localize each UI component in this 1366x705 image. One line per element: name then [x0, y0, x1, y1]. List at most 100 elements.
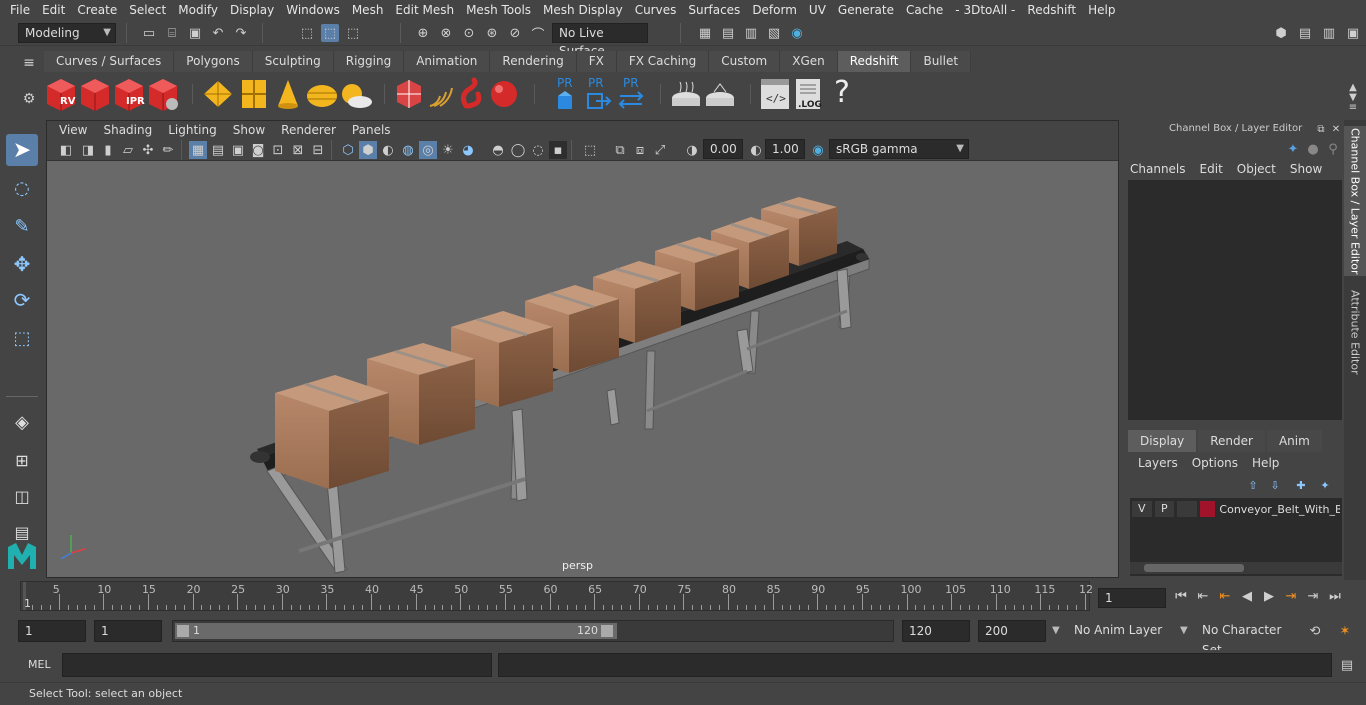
select-tool-button[interactable]: ➤: [6, 134, 38, 166]
single-view-button[interactable]: ◈: [6, 406, 38, 438]
channel-menu-edit[interactable]: Edit: [1200, 162, 1223, 176]
camera-select-icon[interactable]: ◧: [57, 141, 75, 159]
menu-generate[interactable]: Generate: [832, 3, 900, 17]
select-components-icon[interactable]: ⬚: [344, 24, 362, 42]
time-ruler[interactable]: 5 10 15 20 25 30 35 40 45 50 55 60 65 70 75 80 85 90 95 100…: [20, 581, 1093, 611]
select-hierarchy-icon[interactable]: ⬚: [298, 24, 316, 42]
anti-aliasing-icon[interactable]: ◯: [509, 141, 527, 159]
safe-action-icon[interactable]: ⊠: [289, 141, 307, 159]
xray-icon[interactable]: ⬚: [581, 141, 599, 159]
pin-icon[interactable]: ⚲: [1324, 140, 1342, 158]
layer-color-swatch[interactable]: [1199, 501, 1216, 517]
shelf-tab-xgen[interactable]: XGen: [780, 51, 838, 72]
viewport-menu-lighting[interactable]: Lighting: [160, 123, 225, 137]
layer-name[interactable]: Conveyor_Belt_With_B: [1219, 503, 1340, 516]
chevron-down-icon[interactable]: ▼: [1180, 625, 1188, 636]
safe-title-icon[interactable]: ⊟: [309, 141, 327, 159]
hypershade-icon[interactable]: ◉: [788, 24, 806, 42]
shelf-tab-curves-surfaces[interactable]: Curves / Surfaces: [44, 51, 175, 72]
menu-modify[interactable]: Modify: [172, 3, 224, 17]
render-settings-icon[interactable]: ▧: [765, 24, 783, 42]
sidebar-icon[interactable]: ▣: [1344, 24, 1362, 42]
motion-blur-icon[interactable]: ◓: [489, 141, 507, 159]
move-layer-up-icon[interactable]: ⇧: [1244, 476, 1262, 494]
tab-channel-box[interactable]: Channel Box / Layer Editor: [1344, 126, 1366, 276]
menu-curves[interactable]: Curves: [629, 3, 683, 17]
conveyor-belt-model[interactable]: [47, 161, 1118, 577]
auto-key-icon[interactable]: ⟲: [1306, 622, 1324, 640]
animation-prefs-icon[interactable]: ✶: [1336, 622, 1354, 640]
shelf-tab-redshift[interactable]: Redshift: [837, 51, 912, 72]
resolution-gate-icon[interactable]: ▣: [229, 141, 247, 159]
gear-icon[interactable]: ⚙: [20, 90, 38, 108]
menu-cache[interactable]: Cache: [900, 3, 949, 17]
go-to-end-icon[interactable]: ⏭: [1326, 587, 1344, 605]
play-backward-icon[interactable]: ◀: [1238, 587, 1256, 605]
viewport-menu-show[interactable]: Show: [225, 123, 273, 137]
step-forward-icon[interactable]: ⇥: [1304, 587, 1322, 605]
shelf-tab-rigging[interactable]: Rigging: [333, 51, 405, 72]
chevron-down-icon[interactable]: ▼: [1052, 625, 1060, 636]
move-tool-button[interactable]: ✥: [6, 248, 38, 280]
menu-icon[interactable]: ≡: [20, 54, 38, 72]
shelf-tab-custom[interactable]: Custom: [709, 51, 781, 72]
snap-point-icon[interactable]: ⊙: [460, 24, 478, 42]
new-layer-selected-icon[interactable]: ✦: [1316, 476, 1334, 494]
ambient-occlusion-icon[interactable]: ◕: [459, 141, 477, 159]
lasso-tool-button[interactable]: ◌: [6, 172, 38, 204]
layer-scrollbar[interactable]: [1130, 562, 1342, 574]
menu-mesh-display[interactable]: Mesh Display: [537, 3, 629, 17]
render-frame-icon[interactable]: ▤: [719, 24, 737, 42]
exposure-field[interactable]: 0.00: [703, 139, 743, 159]
menu-edit-mesh[interactable]: Edit Mesh: [389, 3, 460, 17]
gamma-field[interactable]: 1.00: [765, 139, 805, 159]
two-d-pan-icon[interactable]: ✣: [139, 141, 157, 159]
undo-icon[interactable]: ↶: [209, 24, 227, 42]
layer-playback-toggle[interactable]: P: [1154, 501, 1175, 517]
command-input[interactable]: [62, 653, 492, 677]
shelf-tab-fx[interactable]: FX: [576, 51, 617, 72]
shelf-tab-bullet[interactable]: Bullet: [911, 51, 972, 72]
ipr-render-icon[interactable]: ▥: [742, 24, 760, 42]
layer-tab-anim[interactable]: Anim: [1266, 430, 1322, 452]
menu-surfaces[interactable]: Surfaces: [682, 3, 746, 17]
xray-joints-icon[interactable]: ⧉: [611, 141, 629, 159]
menu-edit[interactable]: Edit: [36, 3, 71, 17]
tab-attribute-editor[interactable]: Attribute Editor: [1344, 282, 1366, 382]
character-set-dropdown[interactable]: No Character Set: [1196, 620, 1300, 657]
select-objects-icon[interactable]: ⬚: [321, 24, 339, 42]
channel-menu-object[interactable]: Object: [1237, 162, 1276, 176]
new-layer-icon[interactable]: ✚: [1292, 476, 1310, 494]
depth-of-field-icon[interactable]: ◌: [529, 141, 547, 159]
channel-menu-channels[interactable]: Channels: [1130, 162, 1186, 176]
scale-tool-button[interactable]: ⬚: [6, 322, 38, 354]
redshift-light-icons[interactable]: [202, 76, 374, 114]
menu-help[interactable]: Help: [1082, 3, 1121, 17]
shelf-tab-sculpting[interactable]: Sculpting: [252, 51, 334, 72]
field-chart-icon[interactable]: ⊡: [269, 141, 287, 159]
film-gate-icon[interactable]: ▤: [209, 141, 227, 159]
save-scene-icon[interactable]: ▣: [186, 24, 204, 42]
menu-mesh[interactable]: Mesh: [346, 3, 390, 17]
mode-dropdown[interactable]: Modeling ▼: [18, 23, 116, 43]
new-scene-icon[interactable]: ▭: [140, 24, 158, 42]
shelf-tab-fx-caching[interactable]: FX Caching: [616, 51, 710, 72]
bookmark-icon[interactable]: ▮: [99, 141, 117, 159]
menu-redshift[interactable]: Redshift: [1021, 3, 1082, 17]
exposure-icon[interactable]: ◑: [683, 141, 701, 159]
menu-select[interactable]: Select: [123, 3, 172, 17]
channel-list[interactable]: [1128, 180, 1342, 420]
redshift-render-icons[interactable]: [44, 76, 184, 114]
live-surface-field[interactable]: No Live Surface: [552, 23, 648, 58]
bake-icons[interactable]: [670, 78, 740, 112]
paint-select-button[interactable]: ✎: [6, 210, 38, 242]
play-forward-icon[interactable]: ▶: [1260, 587, 1278, 605]
animation-start-field[interactable]: 1: [18, 620, 86, 642]
close-panel-icon[interactable]: ✕: [1327, 120, 1345, 138]
wireframe-on-shaded-icon[interactable]: ◐: [379, 141, 397, 159]
camera-attributes-icon[interactable]: ◨: [79, 141, 97, 159]
range-slider-handle[interactable]: 1 120: [175, 623, 617, 639]
channel-menu-show[interactable]: Show: [1290, 162, 1322, 176]
two-view-button[interactable]: ◫: [6, 480, 38, 512]
gamma-icon[interactable]: ◐: [747, 141, 765, 159]
